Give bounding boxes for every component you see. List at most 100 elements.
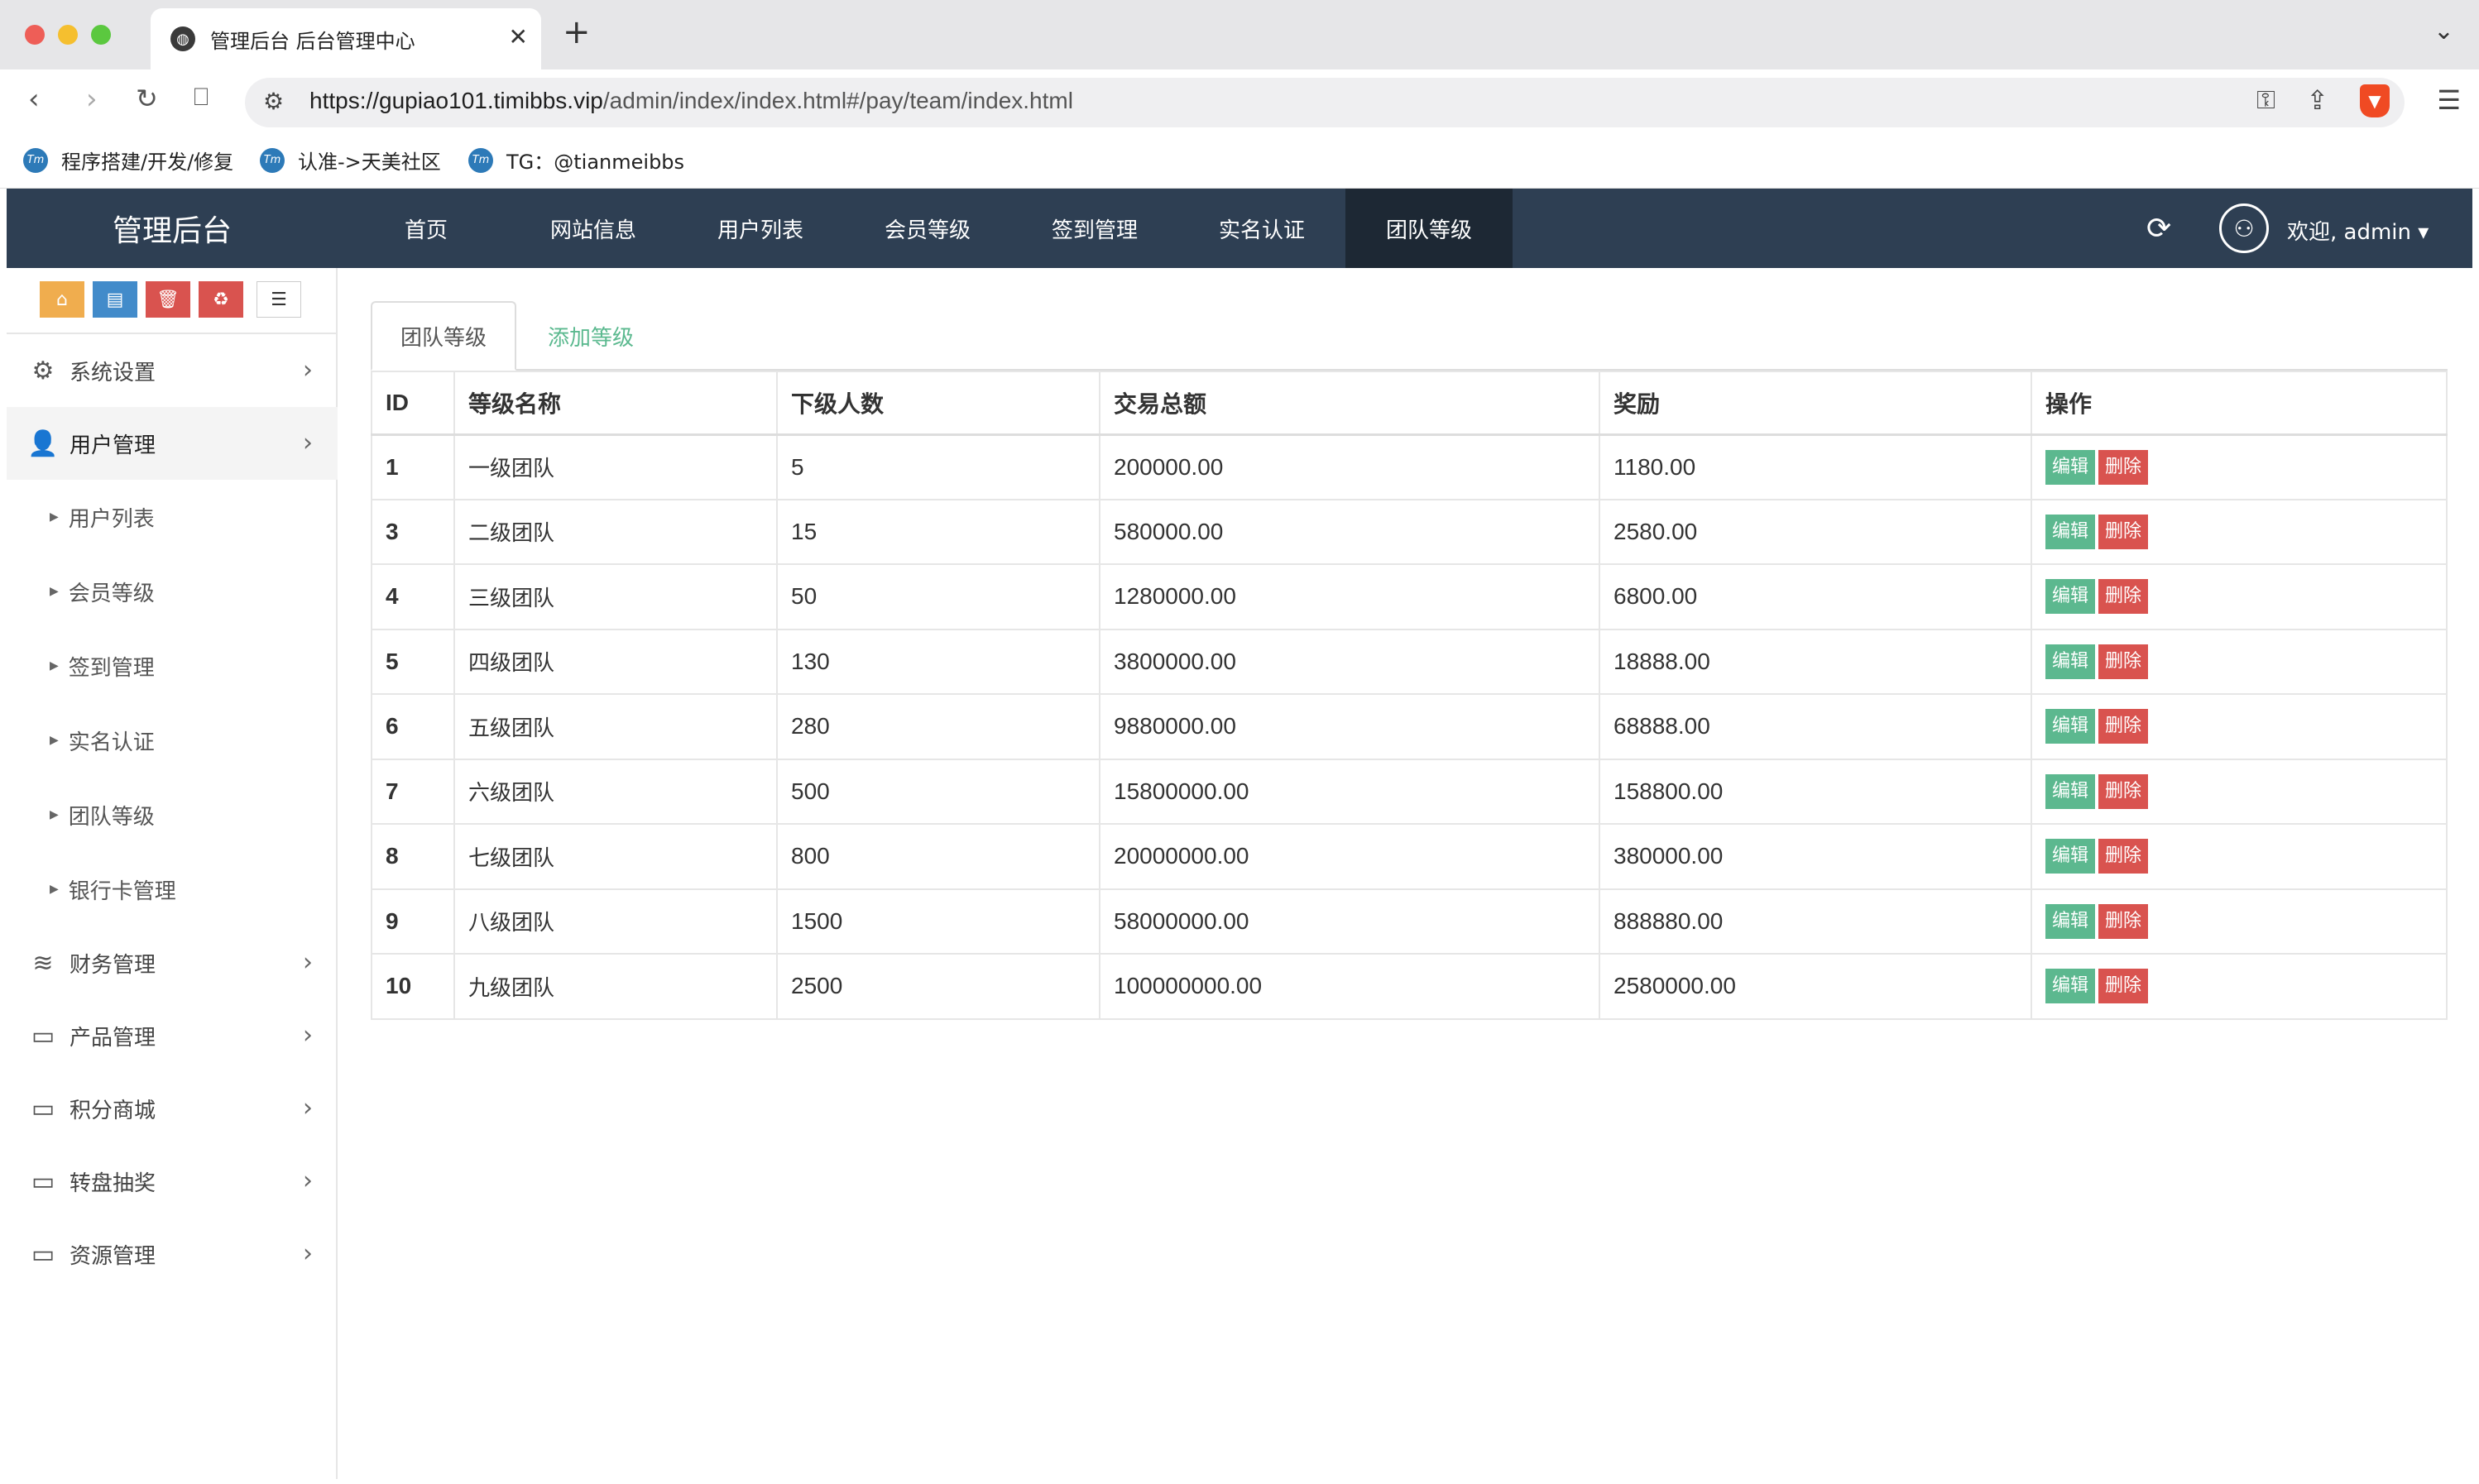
browser-tab[interactable]: ◍ 管理后台 后台管理中心 ✕ [151, 8, 541, 69]
reward-cell: 2580.00 [1599, 498, 2032, 565]
nav-member-level[interactable]: 会员等级 [844, 189, 1011, 268]
sidebar-item-label: 转盘抽奖 [70, 1170, 156, 1196]
sidebar-item-label: 积分商城 [70, 1098, 156, 1123]
edit-button[interactable]: 编辑 [2045, 903, 2096, 939]
key-icon[interactable]: ⚿ [2256, 86, 2275, 115]
home-button[interactable]: ⌂ [40, 281, 84, 318]
submenu-label: 会员等级 [68, 581, 155, 606]
address-bar[interactable]: ⚙ https://gupiao101.timibbs.vip/admin/in… [245, 78, 2405, 127]
sidebar-item-user-management[interactable]: 👤 用户管理 › [7, 407, 338, 480]
sidebar-item-finance[interactable]: ≋ 财务管理 › [7, 926, 338, 999]
tab-add-level[interactable]: 添加等级 [516, 301, 665, 371]
edit-button[interactable]: 编辑 [2045, 773, 2096, 809]
maximize-window-button[interactable] [91, 25, 111, 45]
reload-icon[interactable]: ↻ [136, 83, 158, 114]
nav-site-info[interactable]: 网站信息 [510, 189, 677, 268]
tm-icon: Tm [468, 147, 493, 173]
caret-right-icon: ▶ [50, 883, 59, 896]
edit-button[interactable]: 编辑 [2045, 839, 2096, 874]
delete-button[interactable]: 删除 [2098, 514, 2149, 549]
delete-button[interactable]: 删除 [2098, 644, 2149, 679]
monitor-icon: ▭ [31, 1166, 55, 1196]
close-window-button[interactable] [25, 25, 45, 45]
minimize-window-button[interactable] [58, 25, 78, 45]
sidebar-item-resources[interactable]: ▭ 资源管理 › [7, 1218, 338, 1290]
back-icon[interactable]: ‹ [28, 83, 40, 116]
level-name-cell: 三级团队 [453, 563, 778, 630]
brave-shield-icon[interactable]: ▼ [2360, 84, 2390, 117]
tab-team-level[interactable]: 团队等级 [371, 301, 516, 371]
delete-button[interactable]: 删除 [2098, 579, 2149, 615]
chevron-down-icon[interactable]: ⌄ [2433, 17, 2454, 45]
submenu-item-signin[interactable]: ▶ 签到管理 [7, 629, 338, 703]
actions-cell: 编辑 删除 [2031, 563, 2448, 630]
actions-cell: 编辑 删除 [2031, 953, 2448, 1020]
list-button[interactable]: ☰ [257, 281, 301, 318]
edit-button[interactable]: 编辑 [2045, 449, 2096, 485]
caret-down-icon: ▾ [2418, 220, 2429, 245]
recycle-icon: ♻ [213, 289, 229, 310]
sidebar-item-products[interactable]: ▭ 产品管理 › [7, 999, 338, 1072]
chevron-right-icon: › [303, 1166, 313, 1195]
table-row: 8 七级团队 800 20000000.00 380000.00 编辑 删除 [371, 823, 2448, 890]
quick-actions: ⌂ ▤ 🗑 ♻ ☰ [7, 268, 338, 334]
url-host: https://gupiao101.timibbs.vip [309, 88, 603, 113]
sidebar-item-system-settings[interactable]: ⚙ 系统设置 › [7, 334, 338, 407]
brand-title[interactable]: 管理后台 [7, 189, 338, 268]
url-text[interactable]: https://gupiao101.timibbs.vip/admin/inde… [309, 88, 1073, 114]
submenu-item-team-level[interactable]: ▶ 团队等级 [7, 778, 338, 852]
forward-icon[interactable]: › [86, 83, 98, 116]
submenu-item-user-list[interactable]: ▶ 用户列表 [7, 480, 338, 554]
submenu-item-realname[interactable]: ▶ 实名认证 [7, 703, 338, 778]
recycle-button[interactable]: ♻ [199, 281, 243, 318]
bookmark-item[interactable]: Tm TG：@tianmeibbs [468, 146, 684, 175]
edit-button[interactable]: 编辑 [2045, 969, 2096, 1004]
bookmark-item[interactable]: Tm 程序搭建/开发/修复 [23, 146, 233, 175]
edit-button[interactable]: 编辑 [2045, 644, 2096, 679]
edit-button[interactable]: 编辑 [2045, 579, 2096, 615]
edit-button[interactable]: 编辑 [2045, 514, 2096, 549]
trash-button[interactable]: 🗑 [146, 281, 190, 318]
table-row: 6 五级团队 280 9880000.00 68888.00 编辑 删除 [371, 693, 2448, 760]
delete-button[interactable]: 删除 [2098, 709, 2149, 744]
tab-title: 管理后台 后台管理中心 [210, 29, 415, 53]
delete-button[interactable]: 删除 [2098, 449, 2149, 485]
avatar[interactable]: ⚇ [2219, 203, 2269, 253]
nav-user-list[interactable]: 用户列表 [677, 189, 844, 268]
new-tab-button[interactable]: + [563, 13, 591, 51]
tm-icon: Tm [23, 147, 48, 173]
share-icon[interactable]: ⇪ [2306, 84, 2328, 116]
delete-button[interactable]: 删除 [2098, 773, 2149, 809]
table-row: 1 一级团队 5 200000.00 1180.00 编辑 删除 [371, 433, 2448, 500]
id-cell: 5 [371, 628, 455, 695]
sidebar-item-points-mall[interactable]: ▭ 积分商城 › [7, 1072, 338, 1145]
delete-button[interactable]: 删除 [2098, 839, 2149, 874]
refresh-icon[interactable]: ⟳ [2146, 212, 2171, 246]
id-cell: 10 [371, 953, 455, 1020]
admin-app: 管理后台 首页 网站信息 用户列表 会员等级 签到管理 实名认证 团队等级 ⟳ … [7, 189, 2472, 1479]
caret-right-icon: ▶ [50, 734, 59, 747]
sidebar-item-lottery[interactable]: ▭ 转盘抽奖 › [7, 1145, 338, 1218]
bookmark-icon[interactable]: ⎕ [194, 83, 209, 112]
sidebar-item-label: 资源管理 [70, 1243, 156, 1269]
delete-button[interactable]: 删除 [2098, 969, 2149, 1004]
main-content: 团队等级 添加等级 ID 等级名称 下级人数 交易总额 奖励 操作 1 一级团队 5… [371, 301, 2448, 1020]
nav-realname[interactable]: 实名认证 [1178, 189, 1345, 268]
bookmark-item[interactable]: Tm 认准->天美社区 [260, 146, 441, 175]
table-row: 10 九级团队 2500 100000000.00 2580000.00 编辑 删除 [371, 953, 2448, 1020]
nav-home[interactable]: 首页 [343, 189, 510, 268]
file-button[interactable]: ▤ [93, 281, 137, 318]
nav-team-level[interactable]: 团队等级 [1345, 189, 1513, 268]
site-settings-icon[interactable]: ⚙ [263, 88, 284, 115]
home-icon: ⌂ [56, 289, 68, 310]
edit-button[interactable]: 编辑 [2045, 709, 2096, 744]
submenu-item-bank-card[interactable]: ▶ 银行卡管理 [7, 852, 338, 926]
user-menu[interactable]: 欢迎, admin ▾ [2287, 215, 2429, 246]
menu-icon[interactable]: ☰ [2437, 84, 2461, 116]
nav-signin[interactable]: 签到管理 [1011, 189, 1178, 268]
delete-button[interactable]: 删除 [2098, 903, 2149, 939]
submenu-item-member-level[interactable]: ▶ 会员等级 [7, 554, 338, 629]
bookmark-label: 认准->天美社区 [298, 151, 441, 174]
trade-total-cell: 20000000.00 [1099, 823, 1600, 890]
close-tab-icon[interactable]: ✕ [509, 23, 528, 50]
